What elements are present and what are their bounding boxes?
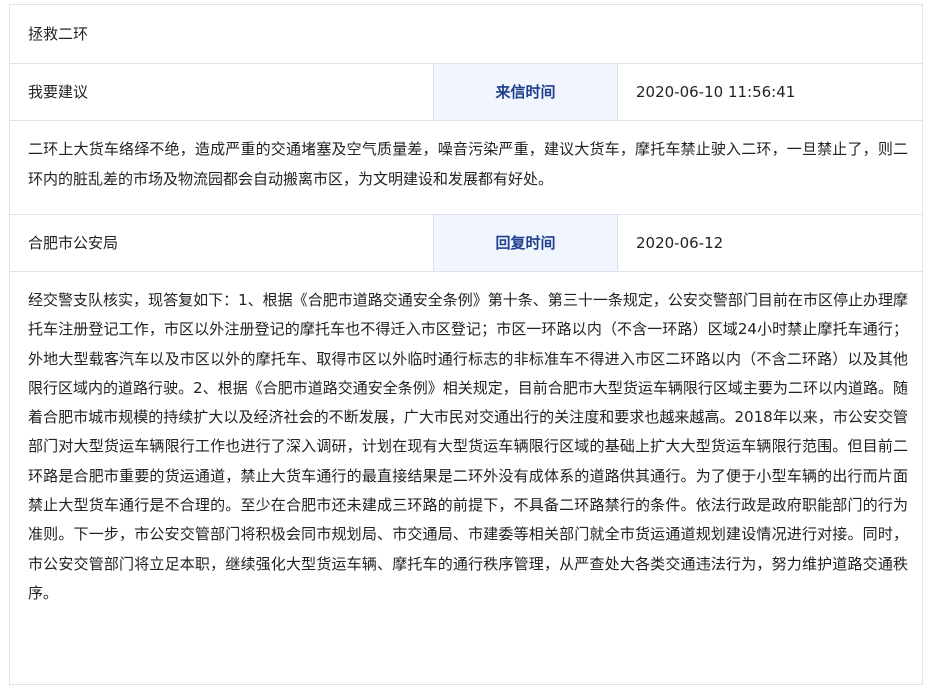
- petition-title: 拯救二环: [28, 24, 89, 43]
- reply-department: 合肥市公安局: [10, 215, 434, 271]
- sent-time-label: 来信时间: [434, 64, 618, 120]
- title-row: 拯救二环: [10, 5, 922, 64]
- petition-table: 拯救二环 我要建议 来信时间 2020-06-10 11:56:41 二环上大货…: [9, 4, 923, 685]
- reply-time-label: 回复时间: [434, 215, 618, 271]
- petition-detail-page: 拯救二环 我要建议 来信时间 2020-06-10 11:56:41 二环上大货…: [0, 0, 935, 695]
- petition-content-row: 二环上大货车络绎不绝，造成严重的交通堵塞及空气质量差，噪音污染严重，建议大货车，…: [10, 121, 922, 215]
- petition-meta-row: 我要建议 来信时间 2020-06-10 11:56:41: [10, 64, 922, 121]
- petition-type: 我要建议: [10, 64, 434, 120]
- reply-content: 经交警支队核实，现答复如下：1、根据《合肥市道路交通安全条例》第十条、第三十一条…: [28, 291, 908, 602]
- reply-time-value: 2020-06-12: [636, 233, 724, 252]
- reply-content-row: 经交警支队核实，现答复如下：1、根据《合肥市道路交通安全条例》第十条、第三十一条…: [10, 272, 922, 685]
- sent-time-value: 2020-06-10 11:56:41: [636, 82, 796, 101]
- petition-content: 二环上大货车络绎不绝，造成严重的交通堵塞及空气质量差，噪音污染严重，建议大货车，…: [28, 140, 908, 188]
- reply-meta-row: 合肥市公安局 回复时间 2020-06-12: [10, 215, 922, 272]
